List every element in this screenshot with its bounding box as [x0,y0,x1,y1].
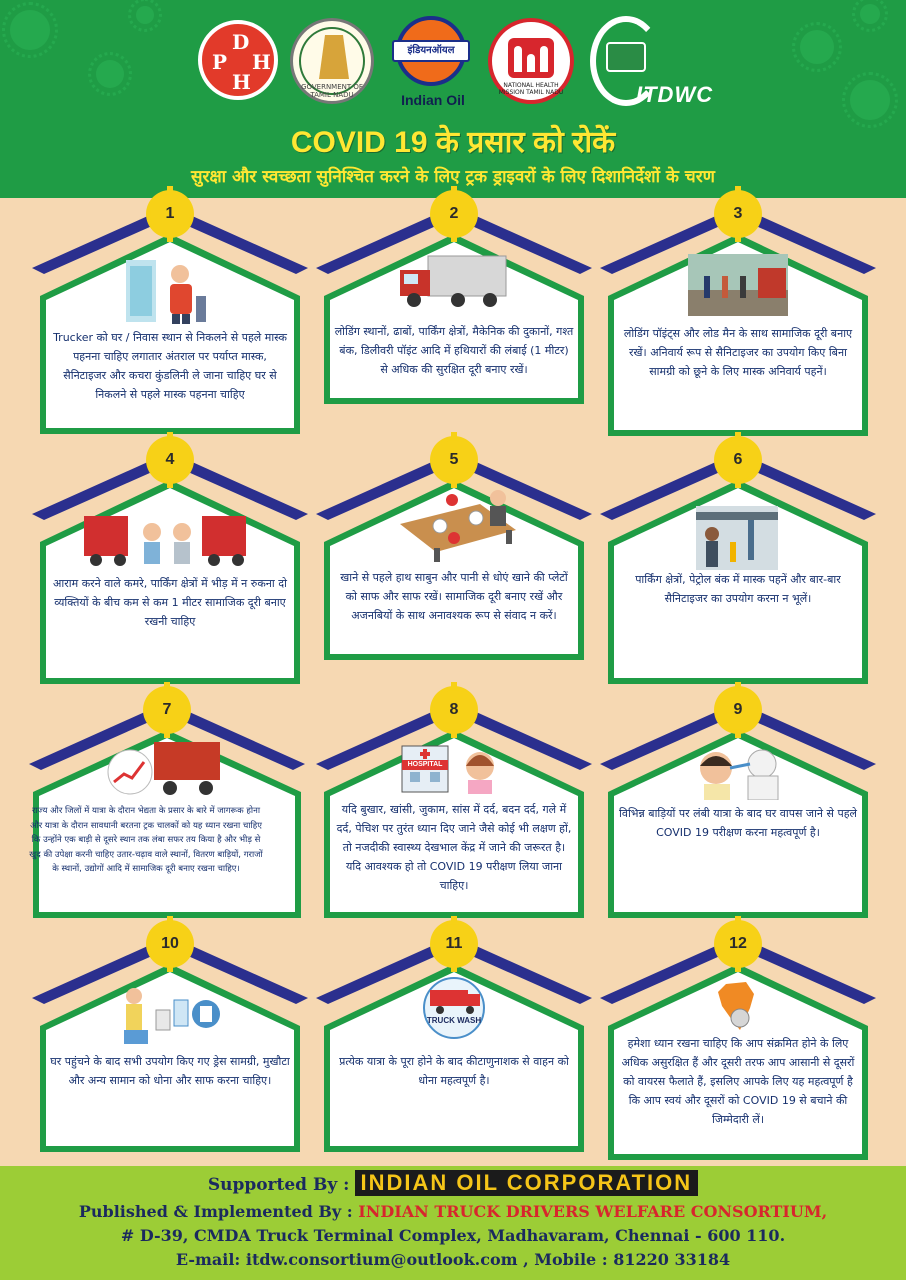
ioc-band-text: इंडियनऑयल [392,40,470,62]
guideline-text: घर पहुंचने के बाद सभी उपयोग किए गए ड्रेस… [50,1055,290,1087]
step-number: 2 [449,205,459,222]
publisher-contact: E-mail: itdw.consortium@outlook.com , Mo… [175,1250,731,1269]
page-subtitle: सुरक्षा और स्वच्छता सुनिश्चित करने के लि… [191,167,715,187]
guideline-text: राज्य और जिलों में यात्रा के दौरान भेद्य… [29,806,263,874]
step-number: 9 [733,701,743,718]
step-badge: 8 [434,682,474,738]
step-badge: 1 [150,186,190,242]
step-number: 7 [162,701,172,718]
footer: Supported By : INDIAN OIL CORPORATION Pu… [0,1166,906,1280]
step-number: 3 [733,205,743,222]
distanced-drivers-illustration [84,516,246,566]
hospital-sign: HOSPITAL [402,760,448,770]
guideline-card-6: 6 पार्किंग क्षेत्रों, पेट्रोल बंक में मा… [600,432,876,690]
guideline-text: प्रत्येक यात्रा के पूरा होने के बाद कीटा… [339,1055,569,1087]
tamil-nadu-emblem: GOVERNMENT OF TAMIL NADU [290,18,374,104]
hospital-sick-person-illustration: HOSPITAL [400,740,510,796]
step-number: 1 [165,205,175,222]
guideline-card-4: 4 आराम करने वाले कमरे, पार्किंग क्षेत्रो… [32,432,308,690]
supported-by-label: Supported By : [207,1175,350,1195]
guideline-text: खाने से पहले हाथ साबुन और पानी से धोएं ख… [340,571,568,622]
guideline-card-7: 7 राज्य और जिलों में यात्रा के दौरान भेद… [22,682,312,940]
truck-wash-illustration: TRUCK WASH [416,976,492,1040]
emblem-caption: GOVERNMENT OF TAMIL NADU [301,83,363,99]
nhm-logo: NATIONAL HEALTH MISSION TAMIL NADU [488,18,574,104]
truck-driver-mask-illustration [126,260,206,324]
truck-graph-illustration [107,742,220,795]
step-number: 8 [449,701,459,718]
step-badge: 5 [434,432,474,488]
virus-icon [128,0,162,32]
publisher-address: # D-39, CMDA Truck Terminal Complex, Mad… [120,1226,786,1245]
page-title: COVID 19 के प्रसार को रोकें [290,126,616,159]
guideline-card-8: 8 HOSPITAL यदि बुखार, खांसी, जुकाम, सांस… [316,682,592,940]
dph-letter: H [232,70,251,94]
cargo-truck-illustration [400,255,507,307]
dph-logo: D P H H [198,20,278,100]
washing-clothes-illustration [124,988,220,1044]
truck-wash-label: TRUCK WASH [426,1016,482,1025]
supporter-name: INDIAN OIL CORPORATION [354,1170,699,1196]
dph-letter: D [232,30,250,54]
step-number: 11 [445,935,463,952]
step-badge: 12 [718,916,758,972]
published-by-label: Published & Implemented By : [78,1202,353,1221]
step-badge: 10 [150,916,190,972]
step-badge: 9 [718,682,758,738]
guideline-text: आराम करने वाले कमरे, पार्किंग क्षेत्रों … [53,577,287,628]
guideline-card-12: 12 हमेशा ध्यान रखना चाहिए कि आप संक्रमित… [600,916,876,1174]
virus-icon [88,52,132,96]
step-badge: 4 [150,432,190,488]
publisher-name: INDIAN TRUCK DRIVERS WELFARE CONSORTIUM, [358,1202,828,1221]
virus-icon [792,22,842,72]
dph-letter: P [212,50,228,74]
guideline-card-9: 9 विभिन्न बाड़ियों पर लंबी यात्रा के बाद… [600,682,876,940]
virus-icon [842,72,898,128]
guideline-card-1: 1 Trucker को घर / निवास स्थान से निकलने … [32,186,308,444]
guideline-card-2: 2 लोडिंग स्थानों, ढाबों, पार्किंग क्षेत्… [316,186,592,444]
guideline-text: यदि बुखार, खांसी, जुकाम, सांस में दर्द, … [336,803,572,892]
guideline-card-10: 10 घर पहुंचने के बाद सभी उपयोग किए गए ड्… [32,916,308,1174]
guideline-text: हमेशा ध्यान रखना चाहिए कि आप संक्रमित हो… [621,1037,855,1126]
virus-icon [2,2,58,58]
step-number: 5 [449,451,459,468]
step-number: 4 [165,451,175,468]
guideline-text: लोडिंग पॉइंट्स और लोड मैन के साथ सामाजिक… [623,327,853,378]
loading-point-illustration [688,254,788,316]
guideline-text: पार्किंग क्षेत्रों, पेट्रोल बंक में मास्… [635,573,841,605]
guideline-text: Trucker को घर / निवास स्थान से निकलने से… [53,331,287,401]
indian-oil-logo: इंडियनऑयल Indian Oil [392,16,472,112]
step-number: 10 [161,935,179,952]
guideline-text: विभिन्न बाड़ियों पर लंबी यात्रा के बाद घ… [618,807,858,839]
header-banner: D P H H GOVERNMENT OF TAMIL NADU इंडियनऑ… [0,0,906,198]
covid-test-illustration [700,749,779,800]
petrol-bunk-illustration [696,506,778,570]
supported-by-line: Supported By : INDIAN OIL CORPORATION [0,1170,906,1196]
step-badge: 3 [718,186,758,242]
step-badge: 7 [147,682,187,738]
itdwc-text: ITDWC [636,82,714,107]
nhm-caption: NATIONAL HEALTH MISSION TAMIL NADU [498,82,564,96]
guideline-card-11: 11 TRUCK WASH प्रत्येक यात्रा के पूरा हो… [316,916,592,1174]
published-by-line: Published & Implemented By : INDIAN TRUC… [0,1202,906,1221]
guideline-text: लोडिंग स्थानों, ढाबों, पार्किंग क्षेत्रो… [334,325,574,376]
itdwc-logo: ITDWC [590,16,730,112]
virus-icon [852,0,888,32]
guideline-card-5: 5 खाने से पहले हाथ साबुन और पानी से धोएं… [316,432,592,690]
step-number: 12 [729,935,747,952]
step-number: 6 [733,451,743,468]
step-badge: 6 [718,432,758,488]
india-map-virus-illustration [718,982,754,1030]
ioc-logo-name: Indian Oil [401,92,465,108]
step-badge: 2 [434,186,474,242]
logo-strip: D P H H GOVERNMENT OF TAMIL NADU इंडियनऑ… [190,14,750,114]
dining-table-illustration [400,490,516,562]
dph-letter: H [252,50,271,74]
family-icon [508,38,554,78]
step-badge: 11 [434,916,474,972]
truck-icon [606,42,646,72]
guideline-card-3: 3 लोडिंग पॉइंट्स और लोड मैन के साथ सामाज… [600,186,876,444]
